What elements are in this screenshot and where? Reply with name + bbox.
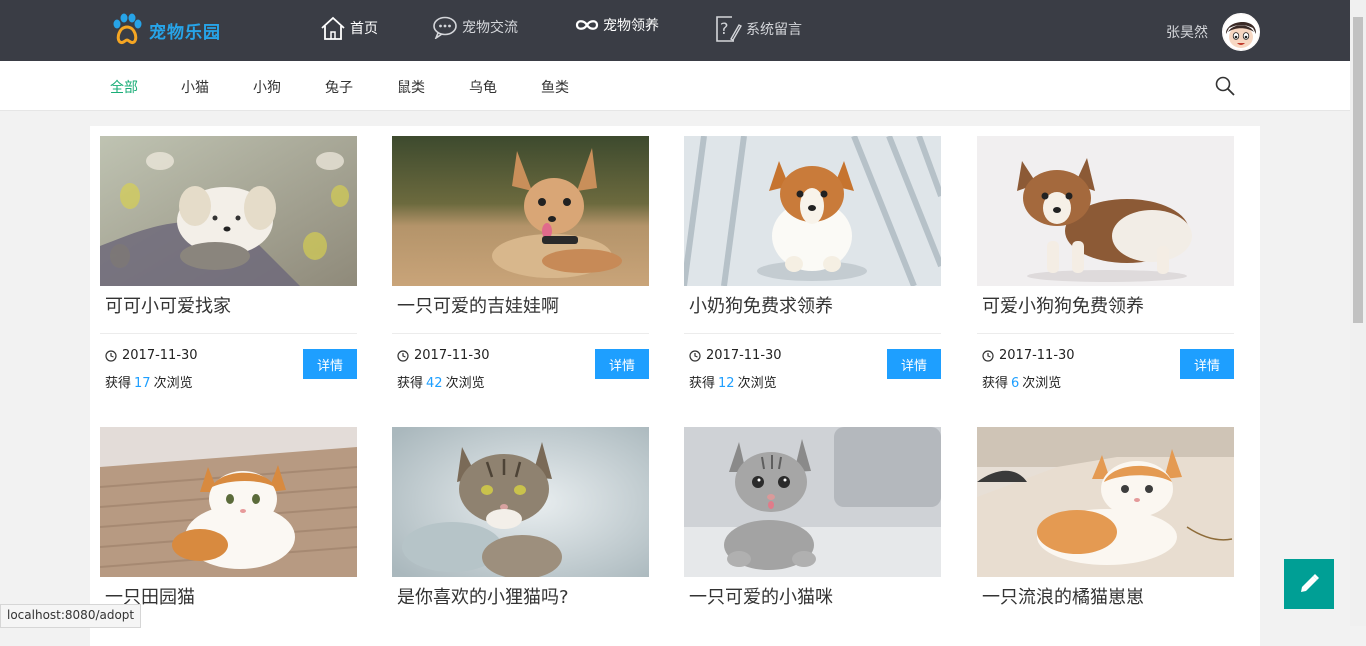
category-turtles[interactable]: 乌龟 [469, 77, 497, 97]
pet-photo[interactable] [100, 136, 357, 286]
card-date-text: 2017-11-30 [122, 348, 198, 363]
category-rodents[interactable]: 鼠类 [397, 77, 425, 97]
svg-text:?: ? [720, 19, 729, 38]
views-suffix: 次浏览 [1022, 376, 1062, 391]
card-views: 获得 42 次浏览 [397, 372, 485, 391]
infinity-icon [575, 20, 599, 30]
pet-photo[interactable] [684, 136, 941, 286]
card-date: 2017-11-30 [982, 348, 1075, 363]
category-all[interactable]: 全部 [110, 77, 138, 97]
views-count: 17 [134, 376, 151, 391]
views-prefix: 获得 [689, 376, 716, 391]
category-dogs[interactable]: 小狗 [253, 77, 281, 97]
adoption-card: 是你喜欢的小狸猫吗? [392, 427, 649, 610]
nav-forum[interactable]: 宠物交流 [432, 15, 518, 39]
clock-icon [397, 349, 409, 362]
card-date-text: 2017-11-30 [414, 348, 490, 363]
nav-home-label: 首页 [350, 21, 378, 37]
category-bar: 全部 小猫 小狗 兔子 鼠类 乌龟 鱼类 [0, 61, 1350, 111]
card-title[interactable]: 一只流浪的橘猫崽崽 [982, 586, 1234, 610]
card-title[interactable]: 一只可爱的吉娃娃啊 [397, 295, 649, 319]
card-views: 获得 6 次浏览 [982, 372, 1061, 391]
card-divider [100, 333, 357, 334]
nav-home[interactable]: 首页 [320, 15, 378, 41]
card-views: 获得 17 次浏览 [105, 372, 193, 391]
views-count: 42 [426, 376, 443, 391]
nav-messages-label: 系统留言 [746, 22, 802, 38]
pet-photo[interactable] [977, 427, 1234, 577]
top-nav-bar: 宠物乐园 首页 宠物交流 宠物领养 ? 系统留言 张昊然 [0, 0, 1350, 61]
card-divider [684, 333, 941, 334]
avatar[interactable] [1222, 13, 1260, 51]
card-title[interactable]: 一只田园猫 [105, 586, 357, 610]
card-title[interactable]: 是你喜欢的小狸猫吗? [397, 586, 649, 610]
home-icon [321, 16, 345, 40]
adoption-card: 一只流浪的橘猫崽崽 [977, 427, 1234, 610]
card-date: 2017-11-30 [397, 348, 490, 363]
user-menu[interactable]: 张昊然 [1166, 13, 1260, 51]
views-count: 6 [1011, 376, 1020, 391]
views-suffix: 次浏览 [445, 376, 485, 391]
help-icon: ? [716, 16, 742, 42]
nav-adopt[interactable]: 宠物领养 [575, 15, 659, 35]
adoption-card: 一只可爱的小猫咪 [684, 427, 941, 610]
adoption-card: 一只田园猫 [100, 427, 357, 610]
card-date-text: 2017-11-30 [999, 348, 1075, 363]
clock-icon [105, 349, 117, 362]
category-cats[interactable]: 小猫 [181, 77, 209, 97]
card-views: 获得 12 次浏览 [689, 372, 777, 391]
views-prefix: 获得 [397, 376, 424, 391]
card-date: 2017-11-30 [689, 348, 782, 363]
nav-forum-label: 宠物交流 [462, 20, 518, 36]
pet-photo[interactable] [684, 427, 941, 577]
scrollbar-thumb[interactable] [1353, 17, 1363, 323]
card-title[interactable]: 小奶狗免费求领养 [689, 295, 941, 319]
views-suffix: 次浏览 [153, 376, 193, 391]
adoption-card: 一只可爱的吉娃娃啊 2017-11-30 获得 42 次浏览 详情 [392, 136, 649, 391]
adoption-card: 可爱小狗狗免费领养 2017-11-30 获得 6 次浏览 详情 [977, 136, 1234, 391]
card-title[interactable]: 可爱小狗狗免费领养 [982, 295, 1234, 319]
paw-icon [113, 13, 142, 45]
nav-messages[interactable]: ? 系统留言 [714, 15, 802, 43]
clock-icon [982, 349, 994, 362]
logo[interactable]: 宠物乐园 [111, 13, 221, 47]
category-fish[interactable]: 鱼类 [541, 77, 569, 97]
card-divider [977, 333, 1234, 334]
card-date: 2017-11-30 [105, 348, 198, 363]
clock-icon [689, 349, 701, 362]
card-title[interactable]: 一只可爱的小猫咪 [689, 586, 941, 610]
pencil-icon [1301, 574, 1319, 592]
pet-photo[interactable] [392, 427, 649, 577]
details-button[interactable]: 详情 [595, 349, 649, 379]
new-post-button[interactable] [1284, 559, 1334, 609]
browser-status-url: localhost:8080/adopt [0, 604, 142, 628]
pet-photo[interactable] [100, 427, 357, 577]
nav-adopt-label: 宠物领养 [603, 18, 659, 34]
adoption-card: 小奶狗免费求领养 2017-11-30 获得 12 次浏览 详情 [684, 136, 941, 391]
views-count: 12 [718, 376, 735, 391]
adoption-card: 可可小可爱找家 2017-11-30 获得 17 次浏览 详情 [100, 136, 357, 391]
avatar-face-icon [1223, 14, 1259, 50]
chat-icon [433, 16, 457, 39]
page-scrollbar[interactable] [1350, 0, 1366, 626]
card-title[interactable]: 可可小可爱找家 [105, 295, 357, 319]
views-prefix: 获得 [105, 376, 132, 391]
details-button[interactable]: 详情 [303, 349, 357, 379]
adoption-list: 可可小可爱找家 2017-11-30 获得 17 次浏览 详情 一只可爱的吉娃娃啊 [90, 126, 1260, 646]
search-icon[interactable] [1215, 76, 1235, 96]
category-rabbits[interactable]: 兔子 [325, 77, 353, 97]
views-prefix: 获得 [982, 376, 1009, 391]
details-button[interactable]: 详情 [887, 349, 941, 379]
app-name: 宠物乐园 [149, 22, 221, 43]
card-divider [392, 333, 649, 334]
user-name: 张昊然 [1166, 25, 1208, 41]
card-date-text: 2017-11-30 [706, 348, 782, 363]
details-button[interactable]: 详情 [1180, 349, 1234, 379]
pet-photo[interactable] [977, 136, 1234, 286]
pet-photo[interactable] [392, 136, 649, 286]
views-suffix: 次浏览 [737, 376, 777, 391]
